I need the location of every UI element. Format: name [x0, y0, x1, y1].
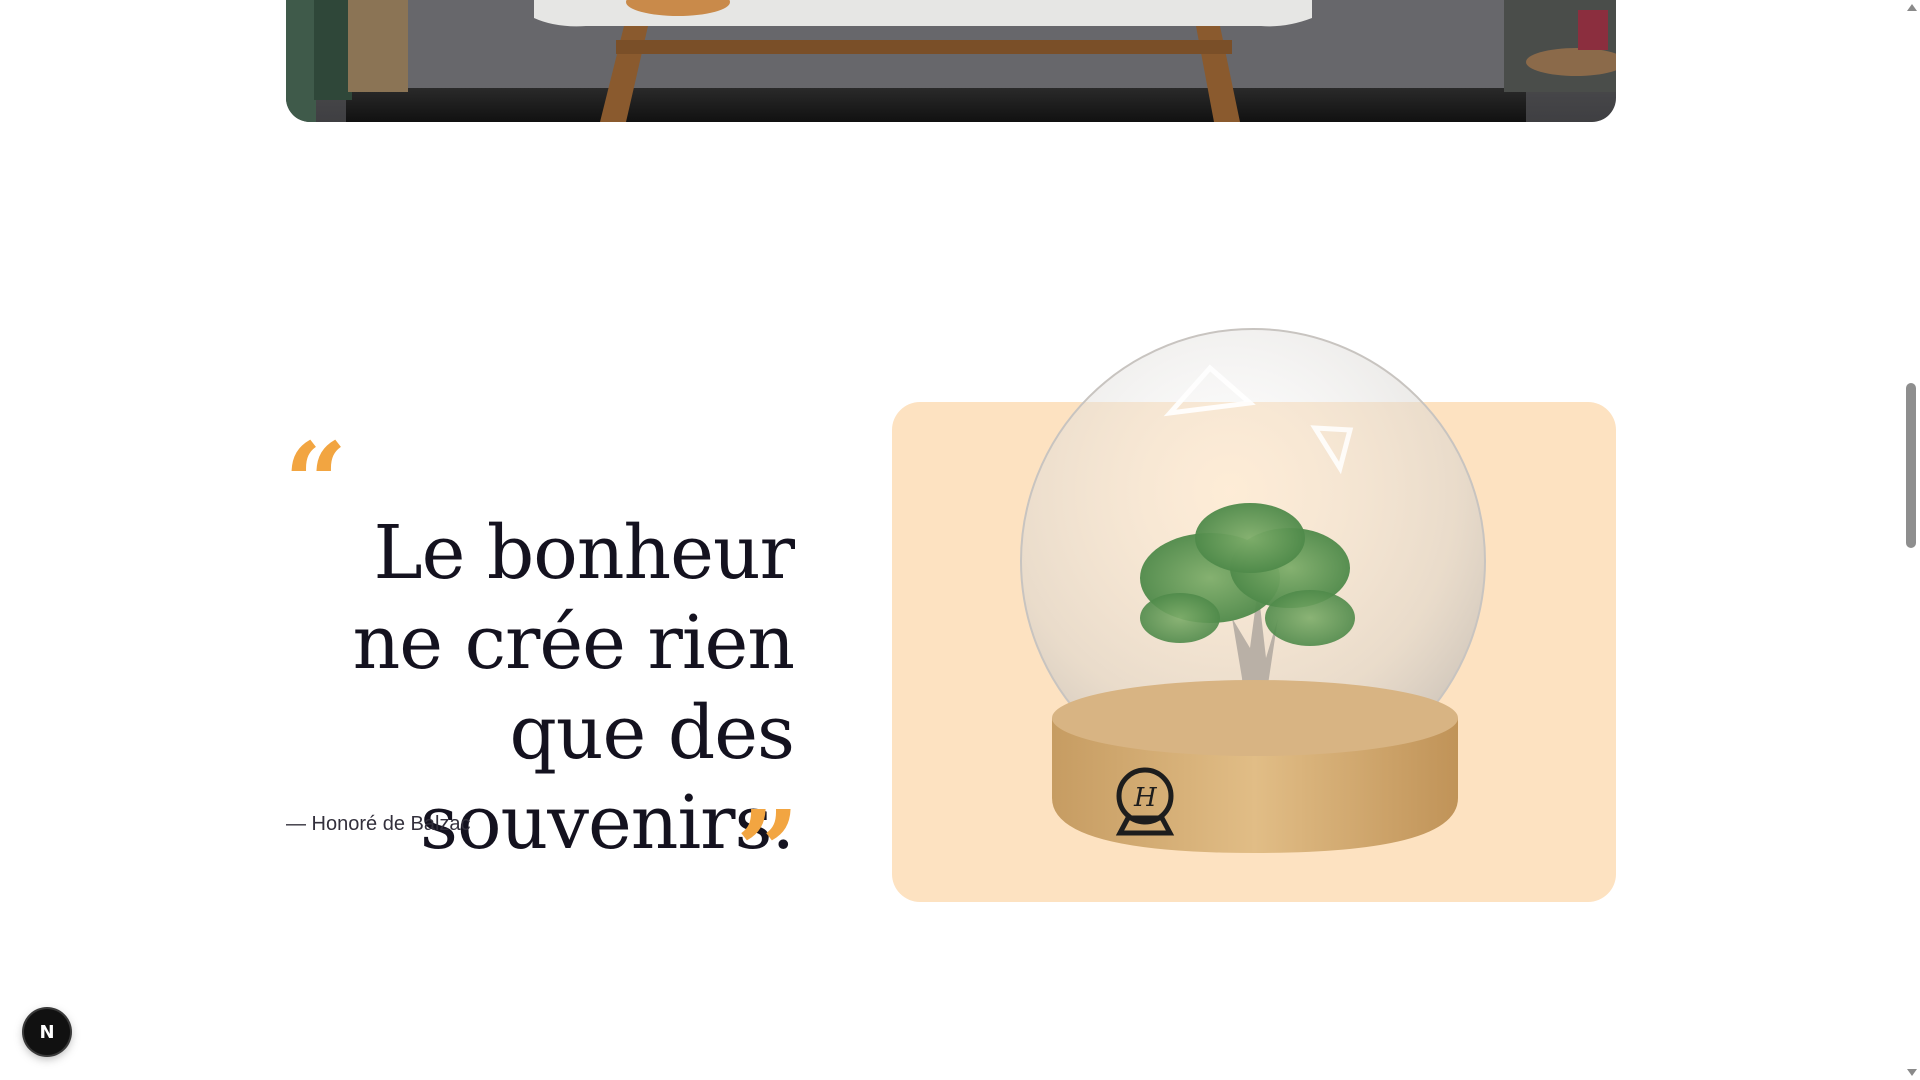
page: “ Le bonheur ne crée rien que des souven…	[0, 0, 1920, 1080]
scrollbar[interactable]	[1902, 0, 1920, 1080]
hero-image	[286, 0, 1616, 122]
close-quote-icon: ”	[736, 786, 800, 915]
next-dev-tools-button[interactable]: N	[24, 1009, 70, 1055]
scrollbar-thumb[interactable]	[1906, 383, 1916, 548]
scroll-down-arrow-icon[interactable]	[1907, 1069, 1917, 1076]
open-quote-icon: “	[284, 418, 348, 547]
quote-author: — Honoré de Balzac	[286, 813, 471, 835]
scroll-up-arrow-icon[interactable]	[1907, 4, 1917, 11]
svg-text:H: H	[1133, 783, 1158, 813]
snow-globe-image: H	[1010, 318, 1500, 878]
